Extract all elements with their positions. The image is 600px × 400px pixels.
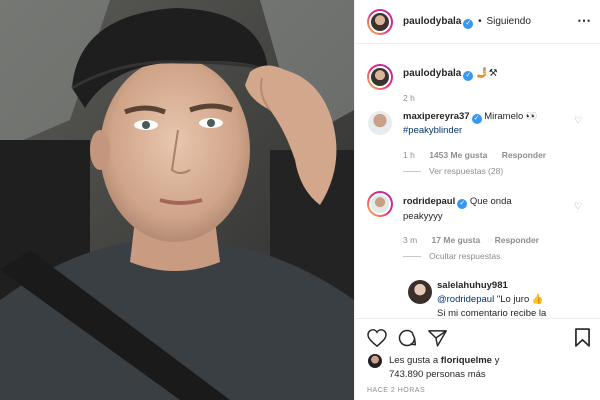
comment-like-heart-icon[interactable]: ♡	[574, 116, 583, 125]
liker-username[interactable]: floriquelme	[441, 355, 492, 366]
caption-time[interactable]: 2 h	[403, 93, 415, 103]
comment-username[interactable]: maxipereyra37	[403, 111, 470, 122]
comment-bubble-icon[interactable]	[397, 328, 417, 348]
view-replies-button[interactable]: Ver respuestas (28)	[403, 166, 503, 176]
comment-1-line1: maxipereyra37 ✓ Miramelo 👀	[403, 111, 538, 124]
reply-button[interactable]: Responder	[502, 150, 546, 160]
verified-icon: ✓	[457, 199, 468, 209]
reply-username[interactable]: salelahuhuy981	[437, 280, 508, 291]
comment-text-cont: peakyyyy	[403, 211, 443, 222]
post-photo[interactable]	[0, 0, 354, 400]
save-bookmark-icon[interactable]	[575, 328, 590, 347]
reply-mention[interactable]: @rodridepaul	[437, 294, 494, 305]
verified-icon: ✓	[463, 71, 474, 81]
comment-text: Que onda	[469, 196, 512, 207]
likes-prefix: Les gusta a	[389, 355, 439, 366]
post-actions: Les gusta a floriquelme y 743.890 person…	[355, 318, 600, 400]
comment-text: Miramelo 👀	[484, 111, 538, 122]
caption-avatar[interactable]	[367, 64, 393, 90]
comment-2-line1: rodridepaul ✓ Que onda	[403, 196, 512, 209]
verified-icon: ✓	[471, 114, 482, 124]
reply-button[interactable]: Responder	[495, 235, 539, 245]
reply-line: @rodridepaul "Lo juro 👍	[437, 294, 544, 305]
commenter-avatar[interactable]	[367, 191, 393, 217]
caption-line: paulodybala ✓ 🤳⚒	[403, 68, 498, 81]
share-send-icon[interactable]	[428, 329, 447, 347]
hide-replies-button[interactable]: Ocultar respuestas	[403, 251, 500, 261]
comment-meta: 3 m 17 Me gusta Responder	[403, 235, 539, 245]
post-header: paulodybala ✓ • Siguiendo ⋯	[355, 0, 600, 44]
comment-time[interactable]: 1 h	[403, 150, 415, 160]
likes-conj: y	[494, 355, 500, 366]
comment-likes[interactable]: 1453 Me gusta	[429, 150, 487, 160]
comment-hashtag[interactable]: #peakyblinder	[403, 125, 462, 136]
likes-line: Les gusta a floriquelme y	[389, 355, 499, 366]
post-timestamp[interactable]: HACE 2 HORAS	[367, 387, 425, 394]
comment-likes[interactable]: 17 Me gusta	[432, 235, 481, 245]
comments-list: paulodybala ✓ 🤳⚒ 2 h maxipereyra37 ✓ Miram…	[355, 45, 600, 318]
view-replies-label: Ver respuestas (28)	[429, 166, 504, 176]
comment-like-heart-icon[interactable]: ♡	[574, 202, 583, 211]
following-button[interactable]: Siguiendo	[486, 16, 530, 27]
more-dots-icon[interactable]: ⋯	[577, 12, 591, 29]
hide-replies-label: Ocultar respuestas	[429, 251, 501, 261]
header-username[interactable]: paulodybala	[403, 16, 461, 27]
verified-icon: ✓	[463, 19, 474, 29]
comment-meta: 1 h 1453 Me gusta Responder	[403, 150, 546, 160]
liker-avatar[interactable]	[368, 354, 382, 368]
like-heart-icon[interactable]	[367, 329, 387, 347]
reply-text-cont: Si mi comentario recibe la	[437, 308, 547, 318]
author-avatar[interactable]	[367, 9, 393, 35]
header-separator: •	[478, 16, 482, 27]
likes-count[interactable]: 743.890 personas más	[389, 369, 486, 380]
instagram-post: paulodybala ✓ • Siguiendo ⋯ paulodybala ✓ …	[0, 0, 600, 400]
commenter-avatar[interactable]	[368, 111, 392, 135]
reply-avatar[interactable]	[408, 280, 432, 304]
caption-text: 🤳⚒	[476, 68, 498, 79]
post-side-panel: paulodybala ✓ • Siguiendo ⋯ paulodybala ✓ …	[354, 0, 600, 400]
reply-text: "Lo juro 👍	[496, 294, 544, 305]
selfie-image	[0, 0, 354, 400]
comment-username[interactable]: rodridepaul	[403, 196, 455, 207]
comment-time[interactable]: 3 m	[403, 235, 417, 245]
header-user-line: paulodybala ✓ • Siguiendo	[403, 16, 531, 29]
caption-username[interactable]: paulodybala	[403, 68, 461, 79]
